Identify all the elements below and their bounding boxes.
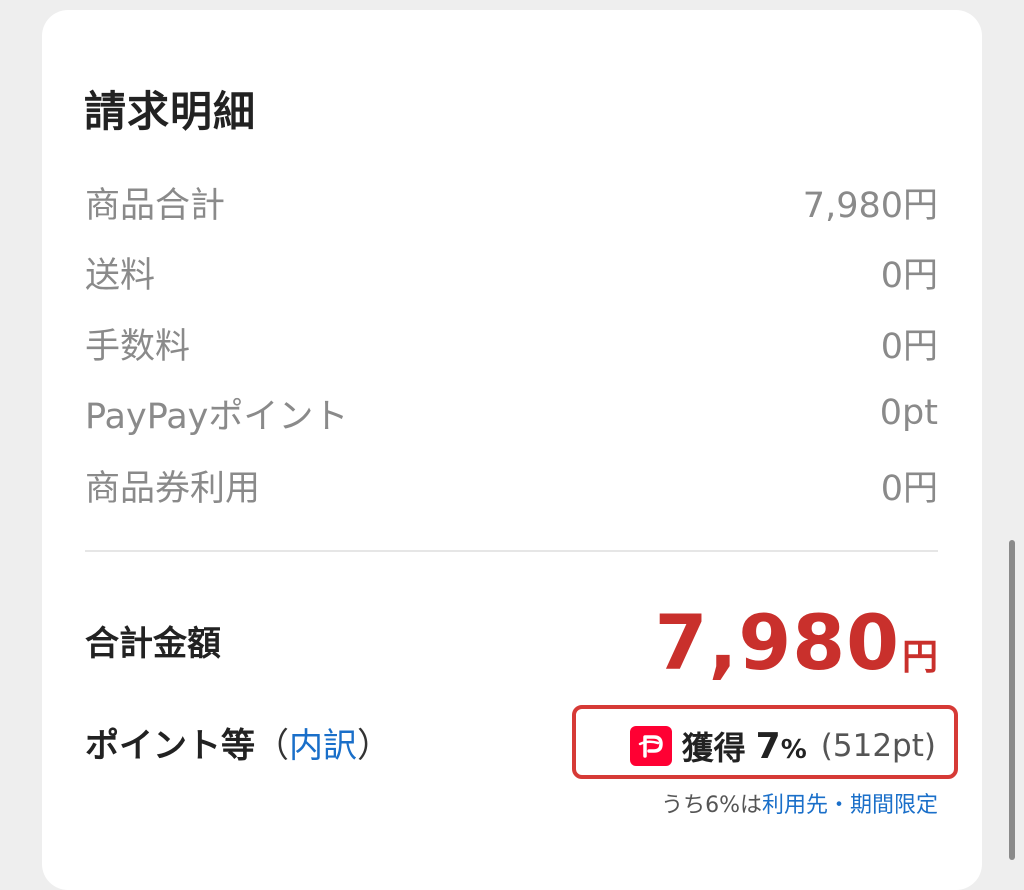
points-label-text: ポイント等 [85,726,255,766]
row-label: PayPayポイント [85,396,349,437]
row-subtotal: 商品合計 7,980円 [85,180,938,226]
usage-period-link[interactable]: 利用先・期間限定 [762,793,938,818]
row-value: 0円 [880,468,938,509]
total-label: 合計金額 [85,624,221,664]
row-fee: 手数料 0円 [85,321,938,367]
earn-rate: 7% [756,726,807,767]
paren-close: ） [357,726,391,766]
points-label: ポイント等（内訳） [85,718,391,767]
earn-rate-value: 7 [755,725,781,767]
row-label: 手数料 [85,326,191,367]
row-value: 0円 [880,255,938,296]
earned-points: (512pt) [820,728,936,764]
total-amount-currency: 円 [901,637,938,678]
earn-label: 獲得 [681,729,746,767]
earned-points-summary: 獲得 7% (512pt) [629,723,936,769]
row-shipping: 送料 0円 [85,250,938,296]
row-label: 送料 [85,255,156,296]
paren-open: （ [255,726,289,766]
row-value: 0pt [879,393,938,433]
earned-points-highlight: 獲得 7% (512pt) [572,705,958,779]
row-value: 7,980円 [802,185,938,226]
total-amount-value: 7,980 [654,598,900,687]
section-title: 請求明細 [84,87,257,136]
breakdown-link[interactable]: 内訳 [289,726,357,766]
limited-points-note: うち6%は利用先・期間限定 [661,787,938,819]
scrollbar[interactable] [1009,540,1015,860]
paypay-logo-icon [629,726,672,766]
row-gift-voucher: 商品券利用 0円 [85,463,938,509]
row-paypay-points: PayPayポイント 0pt [85,391,938,437]
note-prefix: うち6%は [661,793,762,818]
row-label: 商品券利用 [85,468,261,509]
row-label: 商品合計 [85,185,226,226]
divider [85,550,938,552]
row-value: 0円 [880,326,938,367]
earn-rate-symbol: % [780,734,807,765]
total-amount: 7,980 円 [655,598,938,687]
